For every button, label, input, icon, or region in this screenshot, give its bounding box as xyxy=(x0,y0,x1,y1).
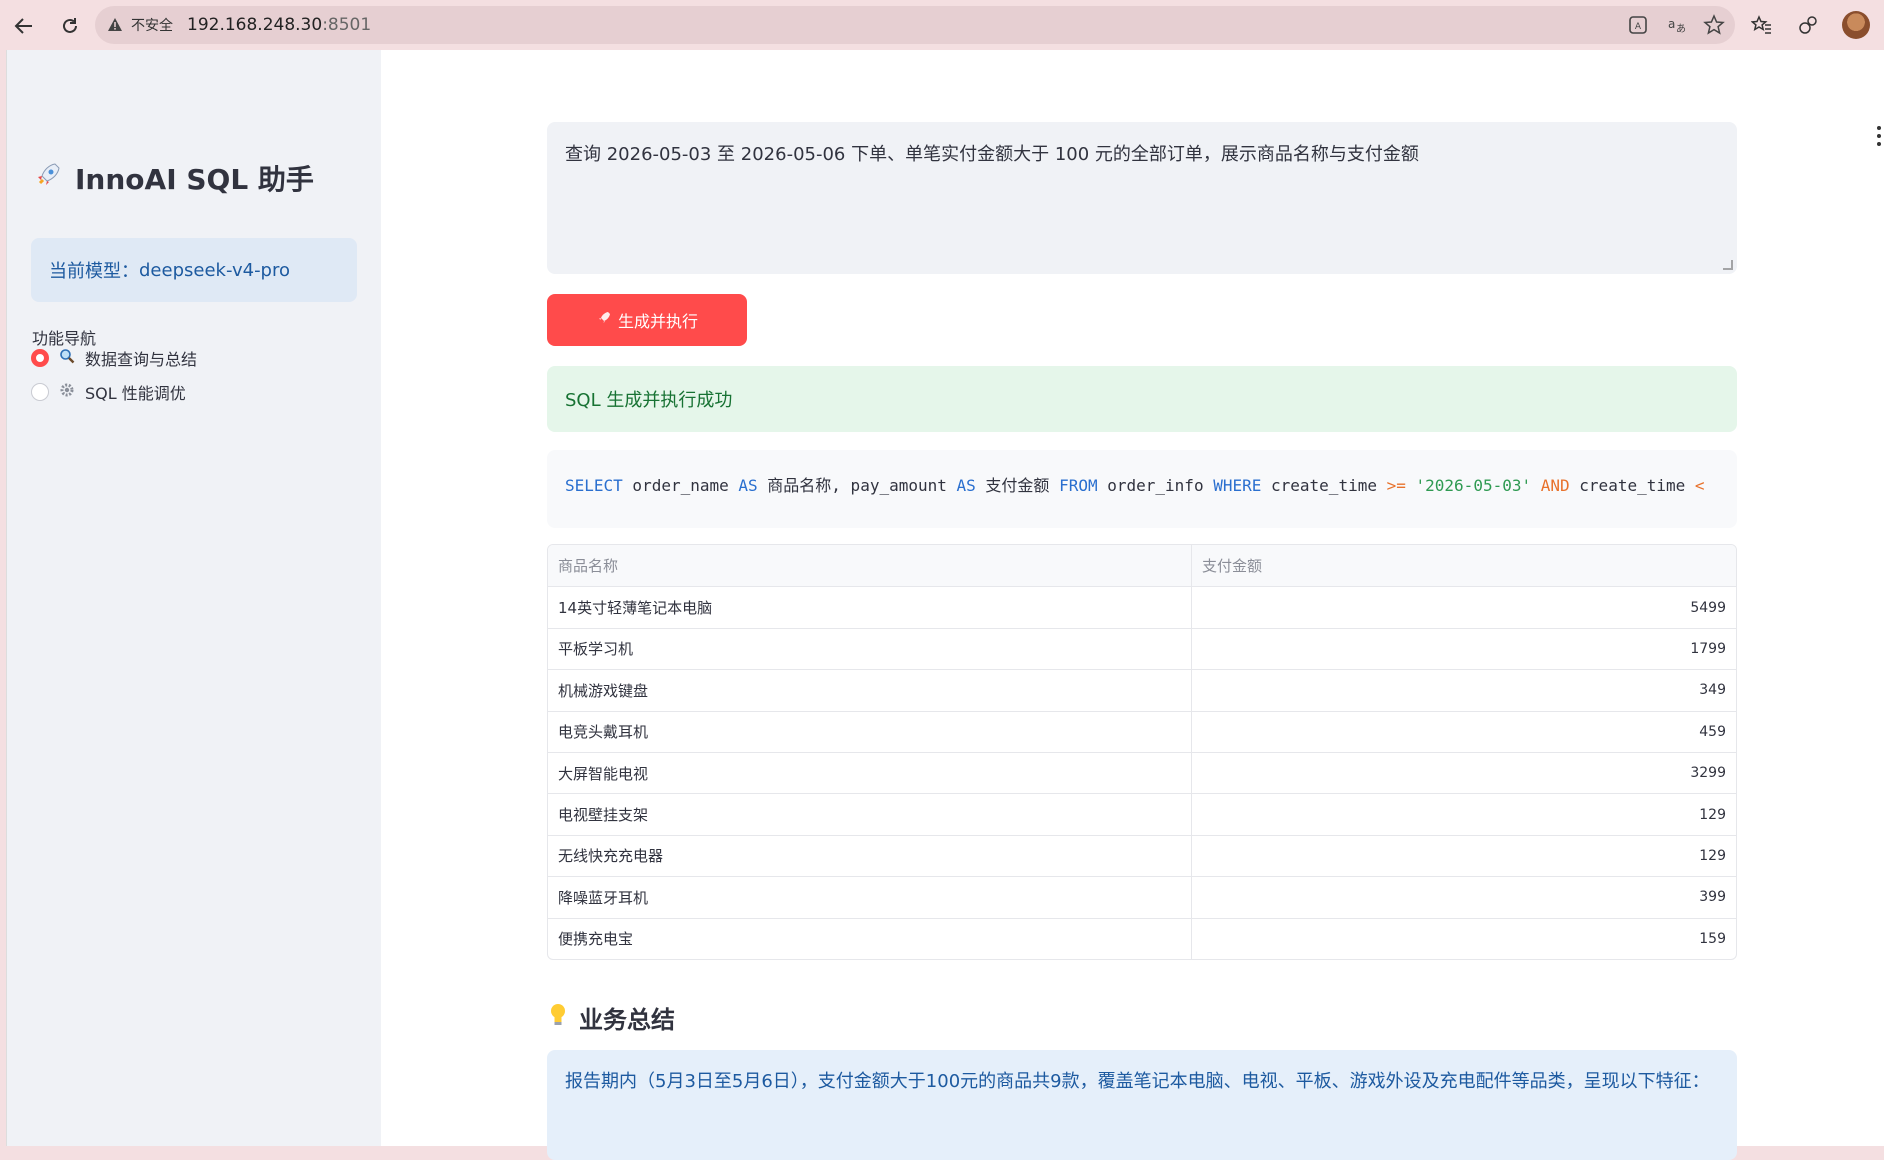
table-cell[interactable]: 降噪蓝牙耳机 xyxy=(548,877,1192,918)
warning-icon[interactable] xyxy=(107,17,123,33)
svg-text:あ: あ xyxy=(1676,23,1686,35)
gear-icon xyxy=(59,382,75,402)
column-header[interactable]: 支付金额 xyxy=(1192,545,1736,586)
radio-unselected[interactable] xyxy=(31,383,49,401)
table-row[interactable]: 电视壁挂支架 129 xyxy=(548,793,1736,835)
address-bar[interactable]: 不安全 192.168.248.30:8501 A aあ xyxy=(95,6,1735,44)
magnifier-icon xyxy=(59,348,75,368)
sql-code-block: SELECT order_name AS 商品名称, pay_amount AS… xyxy=(547,450,1737,528)
table-row[interactable]: 平板学习机 1799 xyxy=(548,627,1736,670)
query-text: 查询 2026-05-03 至 2026-05-06 下单、单笔实付金额大于 1… xyxy=(565,144,1419,165)
sql-token: SELECT xyxy=(565,476,623,495)
table-cell[interactable]: 459 xyxy=(1192,712,1736,752)
table-cell[interactable]: 3299 xyxy=(1192,753,1736,793)
table-cell[interactable]: 便携充电宝 xyxy=(548,918,1192,959)
back-arrow-icon[interactable] xyxy=(8,10,40,42)
result-table[interactable]: 商品名称 支付金额 14英寸轻薄笔记本电脑 5499 平板学习机 1799 机械游戏… xyxy=(547,544,1737,960)
sql-token: 支付金额 xyxy=(975,476,1060,495)
sql-token: create_time xyxy=(1569,476,1695,495)
success-message: SQL 生成并执行成功 xyxy=(565,390,733,411)
url-port: :8501 xyxy=(322,15,372,35)
current-model-info: 当前模型： deepseek-v4-pro xyxy=(31,238,357,302)
table-cell[interactable]: 电视壁挂支架 xyxy=(548,794,1192,835)
table-cell[interactable]: 399 xyxy=(1192,877,1736,917)
summary-title: 业务总结 xyxy=(579,1006,675,1034)
table-row[interactable]: 便携充电宝 159 xyxy=(548,917,1736,959)
radio-selected[interactable] xyxy=(31,349,49,367)
generate-execute-label: 生成并执行 xyxy=(617,312,698,331)
lightbulb-icon xyxy=(547,1002,569,1034)
svg-text:A: A xyxy=(1635,22,1642,32)
sql-token: FROM xyxy=(1059,476,1098,495)
sql-token: WHERE xyxy=(1213,476,1262,495)
read-aloud-icon[interactable]: aあ xyxy=(1665,14,1687,36)
sql-token: order_info xyxy=(1097,476,1214,495)
summary-text: 报告期内（5月3日至5月6日），支付金额大于100元的商品共9款，覆盖笔记本电脑… xyxy=(565,1071,1710,1092)
model-label: 当前模型： xyxy=(49,261,139,282)
sql-token: create_time xyxy=(1261,476,1387,495)
table-row[interactable]: 大屏智能电视 3299 xyxy=(548,751,1736,794)
app-title-text: InnoAI SQL 助手 xyxy=(75,163,314,196)
translate-page-icon[interactable]: A xyxy=(1627,14,1649,36)
summary-heading: 业务总结 xyxy=(547,1000,675,1035)
reload-icon[interactable] xyxy=(54,10,86,42)
table-cell[interactable]: 电竞头戴耳机 xyxy=(548,711,1192,752)
query-textarea[interactable]: 查询 2026-05-03 至 2026-05-06 下单、单笔实付金额大于 1… xyxy=(547,122,1737,274)
table-cell[interactable]: 大屏智能电视 xyxy=(548,752,1192,794)
table-cell[interactable]: 平板学习机 xyxy=(548,628,1192,670)
sql-token: AS xyxy=(956,476,976,495)
table-row[interactable]: 电竞头戴耳机 459 xyxy=(548,710,1736,752)
app-title: InnoAI SQL 助手 xyxy=(33,158,314,198)
url-text[interactable]: 192.168.248.30:8501 xyxy=(187,15,371,35)
table-cell[interactable]: 349 xyxy=(1192,670,1736,710)
table-header-row: 商品名称 支付金额 xyxy=(548,545,1736,587)
table-cell[interactable]: 无线快充充电器 xyxy=(548,835,1192,877)
rocket-icon xyxy=(596,310,612,330)
extensions-icon[interactable] xyxy=(1796,13,1820,37)
table-row[interactable]: 机械游戏键盘 349 xyxy=(548,669,1736,711)
sidebar: InnoAI SQL 助手 当前模型： deepseek-v4-pro 功能导航… xyxy=(7,50,381,1146)
not-secure-label[interactable]: 不安全 xyxy=(131,15,173,35)
resize-handle-icon[interactable] xyxy=(1723,260,1733,270)
nav-radio-sql-tuning[interactable]: SQL 性能调优 xyxy=(31,380,186,404)
svg-text:a: a xyxy=(1668,17,1675,31)
table-row[interactable]: 14英寸轻薄笔记本电脑 5499 xyxy=(548,586,1736,628)
sql-token: AND xyxy=(1540,476,1570,495)
nav-item-label: SQL 性能调优 xyxy=(85,384,186,403)
nav-radio-data-query[interactable]: 数据查询与总结 xyxy=(31,346,197,370)
sql-token: '2026-05-03' xyxy=(1415,476,1532,495)
browser-toolbar: 不安全 192.168.248.30:8501 A aあ xyxy=(0,0,1884,50)
table-cell[interactable]: 1799 xyxy=(1192,629,1736,669)
table-cell[interactable]: 159 xyxy=(1192,919,1736,959)
main-menu-icon[interactable] xyxy=(1876,126,1882,146)
nav-item-label: 数据查询与总结 xyxy=(85,350,198,369)
rocket-icon xyxy=(33,160,63,197)
generate-execute-button[interactable]: 生成并执行 xyxy=(547,294,747,346)
table-row[interactable]: 降噪蓝牙耳机 399 xyxy=(548,876,1736,918)
table-cell[interactable]: 129 xyxy=(1192,794,1736,834)
sql-token: < xyxy=(1694,476,1705,495)
sql-token: 商品名称, pay_amount xyxy=(757,476,957,495)
table-cell[interactable]: 14英寸轻薄笔记本电脑 xyxy=(548,587,1192,628)
column-header[interactable]: 商品名称 xyxy=(548,545,1192,587)
success-alert: SQL 生成并执行成功 xyxy=(547,366,1737,432)
table-row[interactable]: 无线快充充电器 129 xyxy=(548,834,1736,877)
table-cell[interactable]: 机械游戏键盘 xyxy=(548,670,1192,711)
app-page: InnoAI SQL 助手 当前模型： deepseek-v4-pro 功能导航… xyxy=(6,50,1884,1160)
sql-token: AS xyxy=(738,476,758,495)
sql-token: >= xyxy=(1386,476,1406,495)
table-cell[interactable]: 129 xyxy=(1192,836,1736,876)
favorites-icon[interactable] xyxy=(1750,13,1774,37)
star-favorite-icon[interactable] xyxy=(1703,14,1725,36)
summary-info-box: 报告期内（5月3日至5月6日），支付金额大于100元的商品共9款，覆盖笔记本电脑… xyxy=(547,1050,1737,1160)
url-host: 192.168.248.30 xyxy=(187,15,323,35)
sql-token: order_name xyxy=(622,476,739,495)
model-value: deepseek-v4-pro xyxy=(139,259,291,281)
profile-avatar[interactable] xyxy=(1842,11,1870,39)
table-cell[interactable]: 5499 xyxy=(1192,587,1736,627)
